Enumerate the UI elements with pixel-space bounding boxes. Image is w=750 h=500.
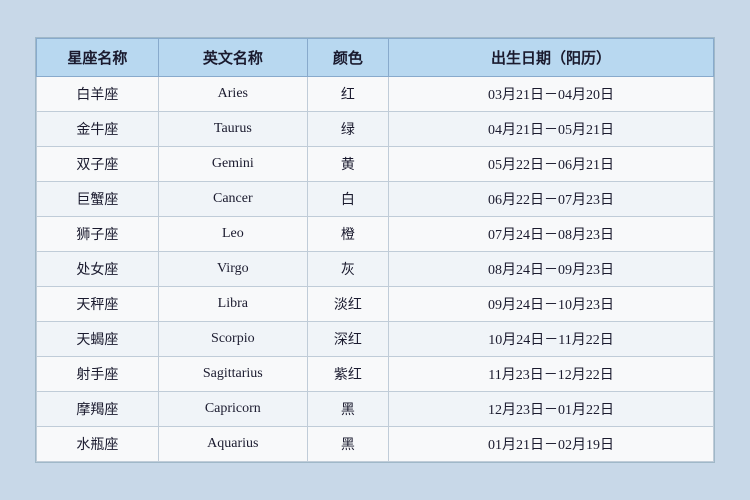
table-header-row: 星座名称 英文名称 颜色 出生日期（阳历） [37, 39, 714, 77]
cell-color: 黑 [307, 392, 388, 427]
cell-color: 紫红 [307, 357, 388, 392]
cell-color: 绿 [307, 112, 388, 147]
cell-date: 05月22日－06月21日 [389, 147, 714, 182]
cell-chinese: 巨蟹座 [37, 182, 159, 217]
cell-chinese: 双子座 [37, 147, 159, 182]
cell-date: 06月22日－07月23日 [389, 182, 714, 217]
cell-english: Aquarius [158, 427, 307, 462]
header-english: 英文名称 [158, 39, 307, 77]
cell-english: Virgo [158, 252, 307, 287]
cell-chinese: 水瓶座 [37, 427, 159, 462]
cell-date: 11月23日－12月22日 [389, 357, 714, 392]
table-row: 水瓶座Aquarius黑01月21日－02月19日 [37, 427, 714, 462]
header-color: 颜色 [307, 39, 388, 77]
cell-english: Scorpio [158, 322, 307, 357]
cell-chinese: 金牛座 [37, 112, 159, 147]
header-date: 出生日期（阳历） [389, 39, 714, 77]
cell-date: 07月24日－08月23日 [389, 217, 714, 252]
cell-chinese: 摩羯座 [37, 392, 159, 427]
cell-chinese: 狮子座 [37, 217, 159, 252]
cell-english: Gemini [158, 147, 307, 182]
cell-chinese: 天秤座 [37, 287, 159, 322]
cell-date: 09月24日－10月23日 [389, 287, 714, 322]
cell-english: Taurus [158, 112, 307, 147]
zodiac-table-container: 星座名称 英文名称 颜色 出生日期（阳历） 白羊座Aries红03月21日－04… [35, 37, 715, 463]
cell-chinese: 白羊座 [37, 77, 159, 112]
zodiac-table: 星座名称 英文名称 颜色 出生日期（阳历） 白羊座Aries红03月21日－04… [36, 38, 714, 462]
header-chinese: 星座名称 [37, 39, 159, 77]
table-row: 白羊座Aries红03月21日－04月20日 [37, 77, 714, 112]
table-row: 狮子座Leo橙07月24日－08月23日 [37, 217, 714, 252]
cell-color: 白 [307, 182, 388, 217]
cell-chinese: 天蝎座 [37, 322, 159, 357]
table-row: 天秤座Libra淡红09月24日－10月23日 [37, 287, 714, 322]
cell-english: Libra [158, 287, 307, 322]
cell-color: 红 [307, 77, 388, 112]
cell-english: Sagittarius [158, 357, 307, 392]
cell-color: 深红 [307, 322, 388, 357]
cell-english: Aries [158, 77, 307, 112]
cell-english: Capricorn [158, 392, 307, 427]
cell-date: 10月24日－11月22日 [389, 322, 714, 357]
table-row: 射手座Sagittarius紫红11月23日－12月22日 [37, 357, 714, 392]
cell-chinese: 射手座 [37, 357, 159, 392]
cell-chinese: 处女座 [37, 252, 159, 287]
cell-date: 03月21日－04月20日 [389, 77, 714, 112]
table-row: 巨蟹座Cancer白06月22日－07月23日 [37, 182, 714, 217]
cell-english: Cancer [158, 182, 307, 217]
cell-color: 黑 [307, 427, 388, 462]
cell-color: 淡红 [307, 287, 388, 322]
cell-date: 04月21日－05月21日 [389, 112, 714, 147]
cell-english: Leo [158, 217, 307, 252]
table-row: 天蝎座Scorpio深红10月24日－11月22日 [37, 322, 714, 357]
cell-date: 12月23日－01月22日 [389, 392, 714, 427]
table-row: 处女座Virgo灰08月24日－09月23日 [37, 252, 714, 287]
cell-color: 灰 [307, 252, 388, 287]
table-row: 金牛座Taurus绿04月21日－05月21日 [37, 112, 714, 147]
cell-color: 黄 [307, 147, 388, 182]
cell-date: 08月24日－09月23日 [389, 252, 714, 287]
table-row: 摩羯座Capricorn黑12月23日－01月22日 [37, 392, 714, 427]
cell-color: 橙 [307, 217, 388, 252]
table-row: 双子座Gemini黄05月22日－06月21日 [37, 147, 714, 182]
cell-date: 01月21日－02月19日 [389, 427, 714, 462]
